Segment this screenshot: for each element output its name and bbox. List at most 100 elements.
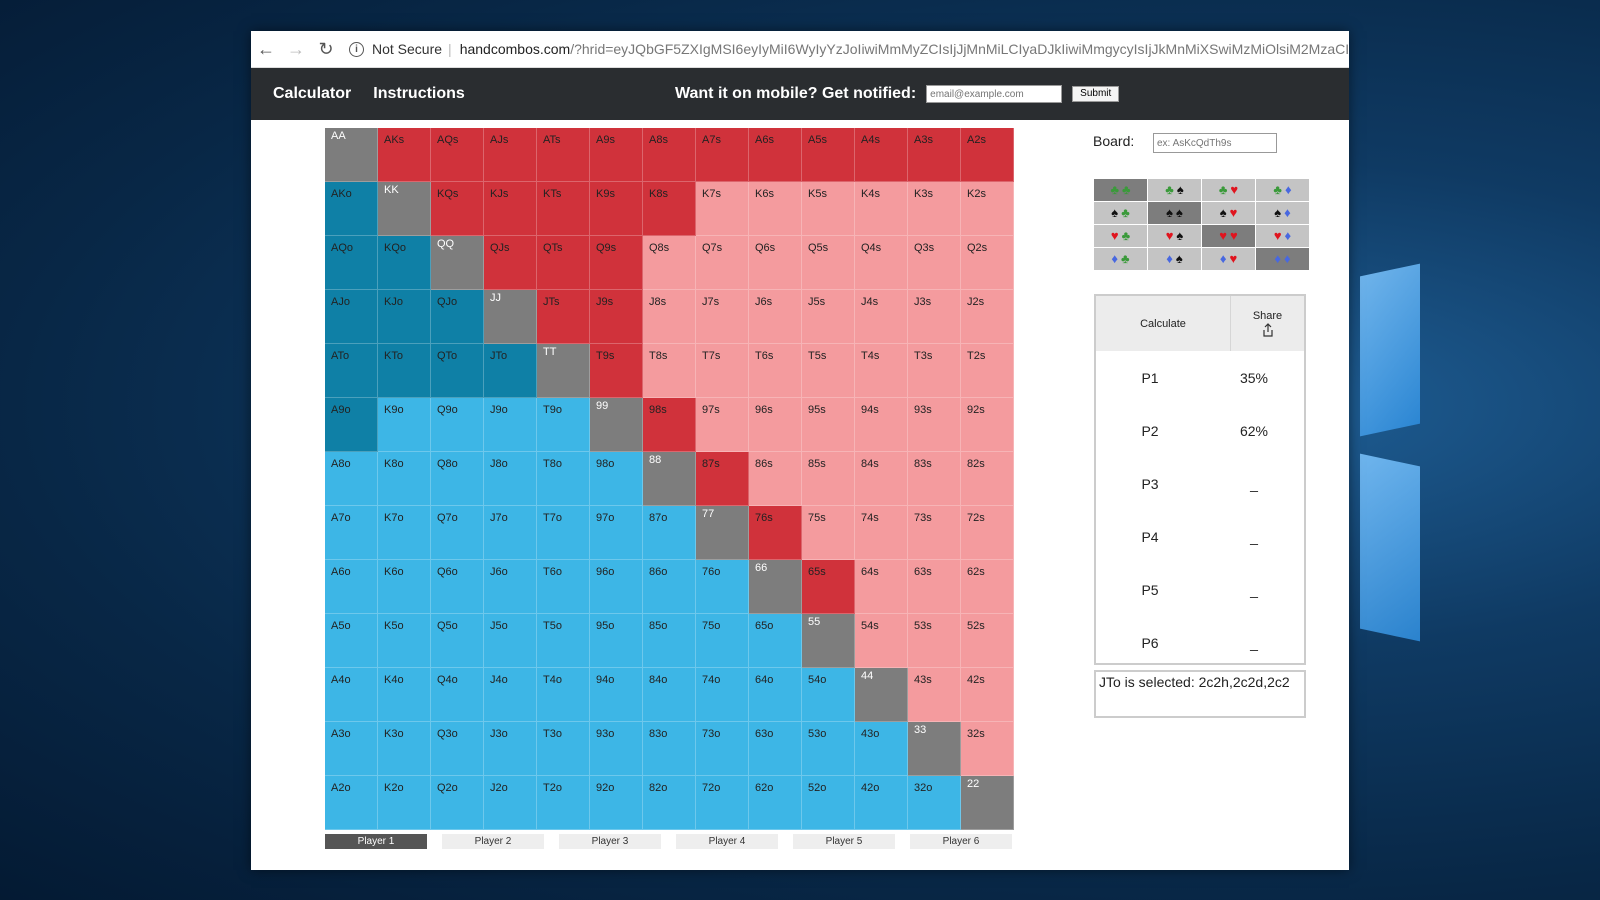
hand-cell-q4o[interactable]: Q4o [431,668,484,722]
hand-cell-jto[interactable]: JTo [484,344,537,398]
hand-cell-95o[interactable]: 95o [590,614,643,668]
suit-combo-club-club[interactable]: ♣ ♣ [1094,179,1147,201]
hand-cell-88[interactable]: 88 [643,452,696,506]
hand-cell-42o[interactable]: 42o [855,776,908,830]
player-tab-1[interactable]: Player 1 [325,834,427,849]
hand-cell-43o[interactable]: 43o [855,722,908,776]
hand-cell-84o[interactable]: 84o [643,668,696,722]
hand-cell-kk[interactable]: KK [378,182,431,236]
hand-cell-k3o[interactable]: K3o [378,722,431,776]
hand-cell-43s[interactable]: 43s [908,668,961,722]
hand-cell-k5o[interactable]: K5o [378,614,431,668]
hand-cell-54s[interactable]: 54s [855,614,908,668]
hand-cell-k9s[interactable]: K9s [590,182,643,236]
hand-cell-k6s[interactable]: K6s [749,182,802,236]
hand-cell-74s[interactable]: 74s [855,506,908,560]
back-icon[interactable]: ← [251,39,281,60]
hand-cell-a2o[interactable]: A2o [325,776,378,830]
hand-cell-84s[interactable]: 84s [855,452,908,506]
hand-cell-j8o[interactable]: J8o [484,452,537,506]
hand-cell-53o[interactable]: 53o [802,722,855,776]
player-tab-3[interactable]: Player 3 [559,834,661,849]
hand-cell-98s[interactable]: 98s [643,398,696,452]
hand-cell-q6s[interactable]: Q6s [749,236,802,290]
hand-cell-kto[interactable]: KTo [378,344,431,398]
hand-cell-75s[interactable]: 75s [802,506,855,560]
hand-cell-q2o[interactable]: Q2o [431,776,484,830]
suit-combo-heart-club[interactable]: ♥ ♣ [1094,225,1147,247]
hand-cell-k6o[interactable]: K6o [378,560,431,614]
hand-cell-a3o[interactable]: A3o [325,722,378,776]
hand-cell-t8s[interactable]: T8s [643,344,696,398]
suit-combo-spade-diamond[interactable]: ♠ ♦ [1256,202,1309,224]
hand-cell-ajs[interactable]: AJs [484,128,537,182]
reload-icon[interactable]: ↻ [311,39,341,60]
hand-cell-65o[interactable]: 65o [749,614,802,668]
suit-combo-heart-spade[interactable]: ♥ ♠ [1148,225,1201,247]
hand-cell-k8s[interactable]: K8s [643,182,696,236]
hand-cell-ako[interactable]: AKo [325,182,378,236]
hand-cell-72s[interactable]: 72s [961,506,1014,560]
hand-cell-86s[interactable]: 86s [749,452,802,506]
hand-cell-t8o[interactable]: T8o [537,452,590,506]
suit-combo-club-heart[interactable]: ♣ ♥ [1202,179,1255,201]
hand-cell-aa[interactable]: AA [325,128,378,182]
hand-cell-55[interactable]: 55 [802,614,855,668]
hand-cell-87s[interactable]: 87s [696,452,749,506]
hand-cell-k7o[interactable]: K7o [378,506,431,560]
player-tab-2[interactable]: Player 2 [442,834,544,849]
hand-cell-64o[interactable]: 64o [749,668,802,722]
hand-cell-93o[interactable]: 93o [590,722,643,776]
nav-instructions[interactable]: Instructions [373,85,465,103]
hand-cell-82o[interactable]: 82o [643,776,696,830]
hand-cell-94s[interactable]: 94s [855,398,908,452]
hand-cell-83s[interactable]: 83s [908,452,961,506]
hand-cell-k9o[interactable]: K9o [378,398,431,452]
hand-cell-aks[interactable]: AKs [378,128,431,182]
hand-cell-k4o[interactable]: K4o [378,668,431,722]
hand-cell-j7o[interactable]: J7o [484,506,537,560]
hand-cell-t6o[interactable]: T6o [537,560,590,614]
url-field[interactable]: handcombos.com/?hrid=eyJQbGF5ZXIgMSI6eyI… [460,41,1349,57]
hand-cell-a4s[interactable]: A4s [855,128,908,182]
hand-cell-77[interactable]: 77 [696,506,749,560]
suit-combo-club-diamond[interactable]: ♣ ♦ [1256,179,1309,201]
hand-cell-kqo[interactable]: KQo [378,236,431,290]
hand-cell-96s[interactable]: 96s [749,398,802,452]
hand-cell-93s[interactable]: 93s [908,398,961,452]
hand-cell-j5o[interactable]: J5o [484,614,537,668]
hand-cell-a2s[interactable]: A2s [961,128,1014,182]
hand-cell-ato[interactable]: ATo [325,344,378,398]
hand-cell-a7o[interactable]: A7o [325,506,378,560]
hand-cell-t5s[interactable]: T5s [802,344,855,398]
hand-cell-qq[interactable]: QQ [431,236,484,290]
hand-cell-jj[interactable]: JJ [484,290,537,344]
hand-cell-66[interactable]: 66 [749,560,802,614]
hand-cell-q3o[interactable]: Q3o [431,722,484,776]
hand-cell-t2s[interactable]: T2s [961,344,1014,398]
hand-cell-97s[interactable]: 97s [696,398,749,452]
hand-cell-53s[interactable]: 53s [908,614,961,668]
suit-combo-heart-heart[interactable]: ♥ ♥ [1202,225,1255,247]
hand-cell-kjo[interactable]: KJo [378,290,431,344]
hand-cell-j3s[interactable]: J3s [908,290,961,344]
nav-calculator[interactable]: Calculator [273,85,351,103]
hand-cell-33[interactable]: 33 [908,722,961,776]
submit-button[interactable]: Submit [1072,86,1120,102]
info-icon[interactable]: i [349,41,364,57]
hand-cell-t2o[interactable]: T2o [537,776,590,830]
hand-cell-85o[interactable]: 85o [643,614,696,668]
hand-cell-74o[interactable]: 74o [696,668,749,722]
share-button[interactable]: Share [1231,296,1304,351]
hand-cell-a9o[interactable]: A9o [325,398,378,452]
hand-cell-j4o[interactable]: J4o [484,668,537,722]
hand-cell-t7o[interactable]: T7o [537,506,590,560]
hand-cell-k2s[interactable]: K2s [961,182,1014,236]
hand-cell-k8o[interactable]: K8o [378,452,431,506]
hand-cell-q8s[interactable]: Q8s [643,236,696,290]
hand-cell-t5o[interactable]: T5o [537,614,590,668]
hand-cell-76s[interactable]: 76s [749,506,802,560]
hand-cell-32s[interactable]: 32s [961,722,1014,776]
hand-cell-63s[interactable]: 63s [908,560,961,614]
hand-cell-kqs[interactable]: KQs [431,182,484,236]
